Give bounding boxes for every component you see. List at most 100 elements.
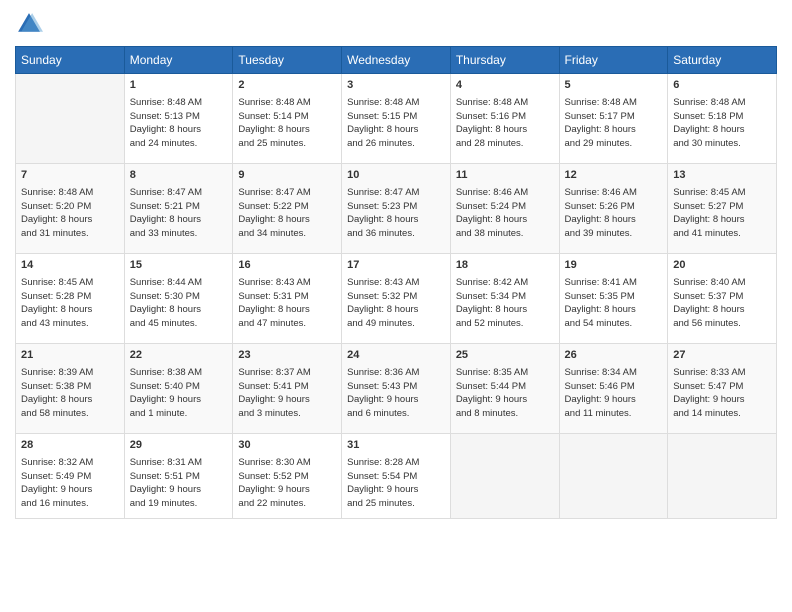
cell-content-line: Sunrise: 8:46 AM [456, 186, 554, 200]
calendar-cell: 26Sunrise: 8:34 AMSunset: 5:46 PMDayligh… [559, 344, 668, 434]
cell-content-line: Daylight: 8 hours [21, 393, 119, 407]
calendar-cell: 23Sunrise: 8:37 AMSunset: 5:41 PMDayligh… [233, 344, 342, 434]
cell-content-line: Daylight: 8 hours [456, 123, 554, 137]
day-number: 10 [347, 168, 445, 184]
cell-content-line: Sunrise: 8:48 AM [456, 96, 554, 110]
cell-content-line: and 6 minutes. [347, 407, 445, 421]
day-number: 26 [565, 348, 663, 364]
cell-content-line: and 43 minutes. [21, 317, 119, 331]
calendar-cell: 13Sunrise: 8:45 AMSunset: 5:27 PMDayligh… [668, 164, 777, 254]
day-number: 5 [565, 78, 663, 94]
calendar-week-row: 1 Sunrise: 8:48 AM Sunset: 5:13 PM Daylight… [16, 74, 777, 164]
cell-content-line: Sunset: 5:24 PM [456, 200, 554, 214]
cell-content-line: Sunrise: 8:46 AM [565, 186, 663, 200]
calendar-cell: 21Sunrise: 8:39 AMSunset: 5:38 PMDayligh… [16, 344, 125, 434]
day-number: 23 [238, 348, 336, 364]
cell-content-line: Sunset: 5:43 PM [347, 380, 445, 394]
cell-content-line: and 33 minutes. [130, 227, 228, 241]
calendar-cell: 18Sunrise: 8:42 AMSunset: 5:34 PMDayligh… [450, 254, 559, 344]
logo [15, 10, 47, 38]
cell-content-line: Sunset: 5:13 PM [130, 110, 228, 124]
cell-content-line: Sunset: 5:27 PM [673, 200, 771, 214]
day-number: 12 [565, 168, 663, 184]
calendar-cell: 2Sunrise: 8:48 AMSunset: 5:14 PMDaylight… [233, 74, 342, 164]
cell-content-line: Daylight: 9 hours [238, 483, 336, 497]
cell-content-line: Sunrise: 8:48 AM [673, 96, 771, 110]
cell-content-line: and 11 minutes. [565, 407, 663, 421]
calendar-cell: 17Sunrise: 8:43 AMSunset: 5:32 PMDayligh… [342, 254, 451, 344]
cell-content-line: Daylight: 8 hours [456, 303, 554, 317]
cell-content-line: Sunrise: 8:35 AM [456, 366, 554, 380]
cell-content-line: Sunset: 5:23 PM [347, 200, 445, 214]
cell-content-line: Daylight: 8 hours [565, 123, 663, 137]
calendar-cell: 3Sunrise: 8:48 AMSunset: 5:15 PMDaylight… [342, 74, 451, 164]
day-number: 16 [238, 258, 336, 274]
day-header-tuesday: Tuesday [233, 47, 342, 74]
cell-content-line: Sunset: 5:26 PM [565, 200, 663, 214]
cell-content-line: and 41 minutes. [673, 227, 771, 241]
cell-content-line: Daylight: 8 hours [21, 303, 119, 317]
day-number: 27 [673, 348, 771, 364]
calendar-cell: 7Sunrise: 8:48 AMSunset: 5:20 PMDaylight… [16, 164, 125, 254]
calendar-week-row: 14Sunrise: 8:45 AMSunset: 5:28 PMDayligh… [16, 254, 777, 344]
day-header-sunday: Sunday [16, 47, 125, 74]
day-number: 29 [130, 438, 228, 454]
cell-content-line: and 52 minutes. [456, 317, 554, 331]
day-number: 14 [21, 258, 119, 274]
day-header-wednesday: Wednesday [342, 47, 451, 74]
cell-content-line: Sunrise: 8:39 AM [21, 366, 119, 380]
calendar-cell: 22Sunrise: 8:38 AMSunset: 5:40 PMDayligh… [124, 344, 233, 434]
cell-content-line: Sunset: 5:30 PM [130, 290, 228, 304]
day-number: 3 [347, 78, 445, 94]
day-number: 22 [130, 348, 228, 364]
day-header-friday: Friday [559, 47, 668, 74]
day-number: 1 [130, 78, 228, 94]
calendar-week-row: 7Sunrise: 8:48 AMSunset: 5:20 PMDaylight… [16, 164, 777, 254]
day-number: 28 [21, 438, 119, 454]
calendar-cell: 27Sunrise: 8:33 AMSunset: 5:47 PMDayligh… [668, 344, 777, 434]
cell-content-line: Sunset: 5:52 PM [238, 470, 336, 484]
cell-content-line: Daylight: 8 hours [130, 303, 228, 317]
day-number: 18 [456, 258, 554, 274]
day-header-monday: Monday [124, 47, 233, 74]
cell-content-line: Daylight: 8 hours [21, 213, 119, 227]
cell-content-line: Sunset: 5:15 PM [347, 110, 445, 124]
calendar-cell [559, 434, 668, 519]
day-number: 25 [456, 348, 554, 364]
calendar-cell: 6Sunrise: 8:48 AMSunset: 5:18 PMDaylight… [668, 74, 777, 164]
cell-content-line: Sunrise: 8:47 AM [130, 186, 228, 200]
cell-content-line: and 45 minutes. [130, 317, 228, 331]
cell-content-line: Daylight: 8 hours [347, 123, 445, 137]
cell-content-line: Daylight: 8 hours [673, 123, 771, 137]
day-number: 9 [238, 168, 336, 184]
cell-content-line: Sunset: 5:37 PM [673, 290, 771, 304]
cell-content-line: Daylight: 8 hours [238, 213, 336, 227]
cell-content-line: and 31 minutes. [21, 227, 119, 241]
day-number: 4 [456, 78, 554, 94]
day-number: 6 [673, 78, 771, 94]
calendar-cell: 11Sunrise: 8:46 AMSunset: 5:24 PMDayligh… [450, 164, 559, 254]
cell-content-line: and 25 minutes. [238, 137, 336, 151]
cell-content-line: and 8 minutes. [456, 407, 554, 421]
cell-content-line: Sunset: 5:51 PM [130, 470, 228, 484]
cell-content-line: Sunset: 5:14 PM [238, 110, 336, 124]
day-number: 21 [21, 348, 119, 364]
cell-content-line: and 16 minutes. [21, 497, 119, 511]
cell-content-line: Sunrise: 8:36 AM [347, 366, 445, 380]
calendar-cell: 12Sunrise: 8:46 AMSunset: 5:26 PMDayligh… [559, 164, 668, 254]
day-number: 8 [130, 168, 228, 184]
cell-content-line: and 3 minutes. [238, 407, 336, 421]
calendar-cell: 5Sunrise: 8:48 AMSunset: 5:17 PMDaylight… [559, 74, 668, 164]
cell-content-line: and 56 minutes. [673, 317, 771, 331]
cell-content-line: Sunrise: 8:41 AM [565, 276, 663, 290]
cell-content-line: and 14 minutes. [673, 407, 771, 421]
day-number: 30 [238, 438, 336, 454]
calendar-cell: 9Sunrise: 8:47 AMSunset: 5:22 PMDaylight… [233, 164, 342, 254]
calendar-cell: 28Sunrise: 8:32 AMSunset: 5:49 PMDayligh… [16, 434, 125, 519]
cell-content-line: Sunset: 5:17 PM [565, 110, 663, 124]
cell-content-line: Sunset: 5:21 PM [130, 200, 228, 214]
cell-content-line: Daylight: 9 hours [673, 393, 771, 407]
cell-content-line: and 36 minutes. [347, 227, 445, 241]
cell-content-line: and 34 minutes. [238, 227, 336, 241]
cell-content-line: Daylight: 9 hours [456, 393, 554, 407]
